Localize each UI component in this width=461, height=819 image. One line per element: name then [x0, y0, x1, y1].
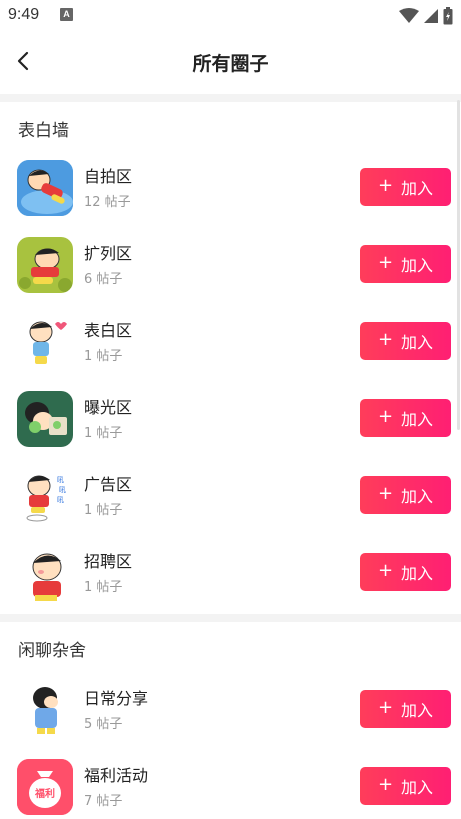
circle-post-count: 1 帖子 — [84, 349, 123, 364]
circle-avatar: 福利 — [17, 759, 73, 815]
circle-post-count: 1 帖子 — [84, 503, 123, 518]
notification-icon: A — [60, 8, 73, 21]
scrollbar[interactable] — [457, 100, 460, 430]
svg-text:吼: 吼 — [57, 476, 64, 484]
join-label: 加入 — [401, 179, 434, 198]
circle-avatar — [17, 682, 73, 738]
section-title: 闲聊杂舍 — [18, 641, 86, 661]
circle-name: 自拍区 — [84, 167, 133, 186]
plus-icon: + — [377, 406, 394, 427]
circle-avatar — [17, 391, 73, 447]
svg-text:吼: 吼 — [57, 496, 64, 504]
status-time: 9:49 — [8, 6, 40, 23]
page-title: 所有圈子 — [192, 53, 269, 75]
circle-post-count: 5 帖子 — [84, 717, 123, 732]
section-divider — [0, 614, 461, 622]
join-button[interactable]: + 加入 — [360, 245, 451, 283]
circle-avatar — [17, 237, 73, 293]
shinchan-avatar-icon — [17, 682, 73, 738]
circle-row-exposure[interactable]: 曝光区 1 帖子 + 加入 — [0, 391, 461, 468]
shinchan-avatar-icon — [17, 391, 73, 447]
shinchan-avatar-icon — [17, 545, 73, 601]
circle-post-count: 1 帖子 — [84, 580, 123, 595]
join-button[interactable]: + 加入 — [360, 767, 451, 805]
plus-icon: + — [377, 697, 394, 718]
shinchan-avatar-icon — [17, 160, 73, 216]
circle-name: 福利活动 — [84, 766, 149, 785]
section-title: 表白墙 — [18, 121, 69, 141]
join-button[interactable]: + 加入 — [360, 690, 451, 728]
circle-avatar — [17, 160, 73, 216]
circle-avatar — [17, 545, 73, 601]
circle-avatar — [17, 314, 73, 370]
circle-name: 扩列区 — [84, 244, 133, 263]
circle-row-selfie[interactable]: 自拍区 12 帖子 + 加入 — [0, 160, 461, 237]
circle-row-welfare[interactable]: 福利 福利活动 7 帖子 + 加入 — [0, 759, 461, 819]
nav-bar: 所有圈子 — [0, 32, 461, 90]
status-icons — [399, 6, 453, 26]
signal-icon — [424, 9, 438, 23]
circle-name: 曝光区 — [84, 398, 133, 417]
circle-name: 日常分享 — [84, 689, 149, 708]
circle-avatar: 吼 吼 吼 — [17, 468, 73, 524]
gift-bag-label: 福利 — [35, 789, 55, 800]
plus-icon: + — [377, 774, 394, 795]
circle-post-count: 12 帖子 — [84, 195, 131, 210]
join-label: 加入 — [401, 333, 434, 352]
circle-row-recruit[interactable]: 招聘区 1 帖子 + 加入 — [0, 545, 461, 622]
circle-row-ads[interactable]: 吼 吼 吼 广告区 1 帖子 + 加入 — [0, 468, 461, 545]
join-label: 加入 — [401, 701, 434, 720]
join-button[interactable]: + 加入 — [360, 553, 451, 591]
join-button[interactable]: + 加入 — [360, 322, 451, 360]
join-label: 加入 — [401, 256, 434, 275]
circle-name: 表白区 — [84, 321, 133, 340]
circle-post-count: 7 帖子 — [84, 794, 123, 809]
plus-icon: + — [377, 252, 394, 273]
circle-post-count: 6 帖子 — [84, 272, 123, 287]
join-label: 加入 — [401, 487, 434, 506]
circle-post-count: 1 帖子 — [84, 426, 123, 441]
section-divider — [0, 94, 461, 102]
circle-row-daily[interactable]: 日常分享 5 帖子 + 加入 — [0, 682, 461, 759]
plus-icon: + — [377, 175, 394, 196]
shinchan-avatar-icon: 吼 吼 吼 — [17, 468, 73, 524]
svg-text:吼: 吼 — [59, 486, 66, 494]
join-button[interactable]: + 加入 — [360, 168, 451, 206]
plus-icon: + — [377, 483, 394, 504]
circle-name: 广告区 — [84, 475, 133, 494]
join-button[interactable]: + 加入 — [360, 399, 451, 437]
plus-icon: + — [377, 560, 394, 581]
join-label: 加入 — [401, 564, 434, 583]
plus-icon: + — [377, 329, 394, 350]
status-bar: 9:49 A — [0, 0, 461, 32]
join-label: 加入 — [401, 410, 434, 429]
battery-icon — [443, 7, 453, 25]
circle-name: 招聘区 — [84, 552, 133, 571]
circle-row-expand[interactable]: 扩列区 6 帖子 + 加入 — [0, 237, 461, 314]
join-button[interactable]: + 加入 — [360, 476, 451, 514]
wifi-icon — [399, 8, 419, 23]
circle-row-confession[interactable]: 表白区 1 帖子 + 加入 — [0, 314, 461, 391]
shinchan-avatar-icon — [17, 237, 73, 293]
join-label: 加入 — [401, 778, 434, 797]
shinchan-avatar-icon — [17, 314, 73, 370]
